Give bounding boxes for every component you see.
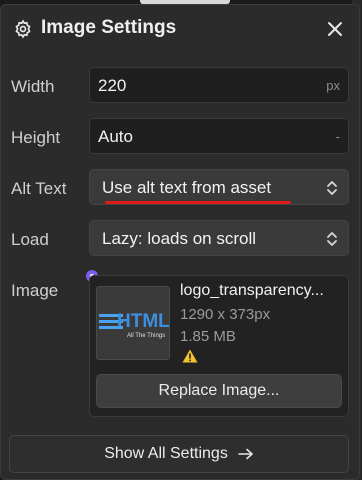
panel-header: Image Settings <box>1 5 359 55</box>
image-dimensions: 1290 x 373px <box>180 306 271 323</box>
height-label: Height <box>11 128 61 147</box>
arrow-right-icon <box>238 448 253 460</box>
warning-icon[interactable] <box>182 349 198 363</box>
width-value: 220 <box>98 76 127 95</box>
panel-title: Image Settings <box>41 17 177 38</box>
close-icon[interactable] <box>323 17 347 41</box>
alt-text-value: Use alt text from asset <box>102 178 272 197</box>
width-unit: px <box>326 78 340 93</box>
load-value: Lazy: loads on scroll <box>102 229 257 248</box>
replace-image-button[interactable]: Replace Image... <box>96 374 342 408</box>
height-field[interactable]: Auto - <box>89 118 349 154</box>
image-thumbnail[interactable]: HTML All The Things <box>96 286 170 360</box>
width-field[interactable]: 220 px <box>89 67 349 103</box>
red-annotation-underline <box>105 201 291 204</box>
thumbnail-logo-subtext: All The Things <box>127 333 165 339</box>
height-value: Auto <box>98 127 133 146</box>
chevron-updown-icon <box>327 232 337 246</box>
width-label: Width <box>11 77 55 96</box>
show-all-settings-button[interactable]: Show All Settings <box>9 435 349 473</box>
alt-text-select[interactable]: Use alt text from asset <box>89 169 349 205</box>
image-settings-panel: Image Settings Width 220 px Height Auto … <box>0 4 360 480</box>
chevron-updown-icon <box>327 181 337 195</box>
thumbnail-logo-text: HTML <box>117 311 170 332</box>
logo-thumbnail-graphic: HTML All The Things <box>97 287 170 359</box>
load-select[interactable]: Lazy: loads on scroll <box>89 220 349 256</box>
image-asset-card: HTML All The Things logo_transparency...… <box>89 275 349 417</box>
image-filename: logo_transparency... <box>180 282 324 299</box>
load-label: Load <box>11 230 49 249</box>
image-label: Image <box>11 281 59 300</box>
height-unit: - <box>335 129 340 144</box>
image-file-size: 1.85 MB <box>180 328 236 345</box>
gear-icon <box>15 19 31 39</box>
show-all-settings-label: Show All Settings <box>104 445 228 462</box>
alt-text-label: Alt Text <box>11 179 67 198</box>
